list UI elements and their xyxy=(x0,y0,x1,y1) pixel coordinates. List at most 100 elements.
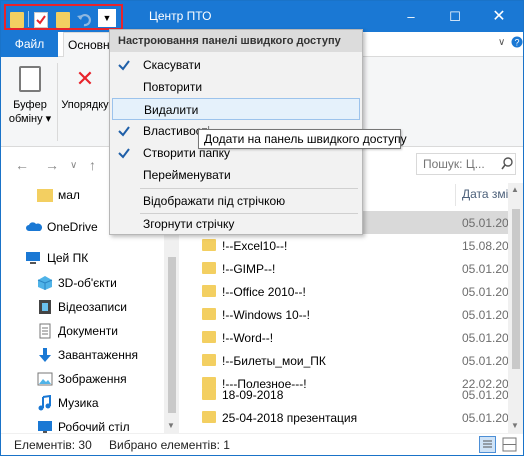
quick-access-toolbar: ▼ xyxy=(4,4,123,30)
scroll-down-icon[interactable]: ▼ xyxy=(167,421,175,430)
details-view-button[interactable] xyxy=(479,436,496,453)
file-name: 25-04-2018 презентация xyxy=(222,411,358,425)
nav-item-videos[interactable]: Відеозаписи xyxy=(1,295,179,319)
file-date: 15.08.201 xyxy=(462,239,508,253)
file-date: 05.01.201 xyxy=(462,262,508,276)
file-row[interactable]: !--Windows 10--! 05.01.201 xyxy=(182,303,508,326)
file-row[interactable]: 25-04-2018 презентация 05.01.201 xyxy=(182,406,508,429)
new-folder-icon[interactable] xyxy=(56,12,70,28)
up-arrow-icon[interactable]: ↑ xyxy=(89,157,96,173)
menu-item-label: Відображати під стрічкою xyxy=(143,194,286,208)
nav-item-label: Документи xyxy=(58,324,118,338)
delete-x-icon: ✕ xyxy=(75,66,95,91)
folder-icon xyxy=(37,189,53,202)
clipboard-group-button[interactable]: Буфер обміну ▾ xyxy=(7,62,53,144)
nav-scrollbar-thumb[interactable] xyxy=(168,257,176,413)
scroll-up-icon[interactable]: ▲ xyxy=(511,185,519,194)
file-date: 05.01.201 xyxy=(462,216,508,230)
nav-item-label: Цей ПК xyxy=(47,251,89,265)
clipboard-label-line2: обміну ▾ xyxy=(8,113,52,125)
menu-item-undo[interactable]: Скасувати xyxy=(112,54,360,76)
folder-icon xyxy=(202,354,216,366)
search-input[interactable] xyxy=(423,157,499,171)
file-date: 05.01.201 xyxy=(462,308,508,322)
chevron-down-icon[interactable]: ∨ xyxy=(498,37,505,48)
nav-item-this-pc[interactable]: Цей ПК xyxy=(1,246,179,270)
cube-icon xyxy=(37,275,53,291)
file-row[interactable]: !--GIMP--! 05.01.201 xyxy=(182,257,508,280)
search-box[interactable] xyxy=(416,153,516,175)
status-bar: Елементів: 30 Вибрано елементів: 1 xyxy=(1,433,523,455)
menu-item-rename[interactable]: Перейменувати xyxy=(112,164,360,186)
recent-dropdown-icon[interactable]: ∨ xyxy=(70,160,77,171)
menu-item-redo[interactable]: Повторити xyxy=(112,76,360,98)
nav-item-label: OneDrive xyxy=(47,220,98,234)
tab-file[interactable]: Файл xyxy=(1,32,58,57)
file-row[interactable]: !--Билеты_мои_ПК 05.01.201 xyxy=(182,349,508,372)
nav-item-documents[interactable]: Документи xyxy=(1,319,179,343)
scroll-down-icon[interactable]: ▼ xyxy=(511,421,519,430)
folder-icon xyxy=(202,411,216,423)
nav-item-downloads[interactable]: Завантаження xyxy=(1,343,179,367)
file-row[interactable]: 18-09-2018 05.01.201 xyxy=(182,383,508,406)
nav-item-3d-objects[interactable]: 3D-об'єкти xyxy=(1,271,179,295)
search-icon[interactable] xyxy=(501,157,513,171)
desktop-icon xyxy=(37,419,53,433)
nav-item-pictures[interactable]: Зображення xyxy=(1,367,179,391)
menu-item-label: Повторити xyxy=(143,80,203,94)
file-list-scrollbar-thumb[interactable] xyxy=(512,209,520,369)
close-button[interactable]: ✕ xyxy=(477,1,521,32)
menu-item-show-below-ribbon[interactable]: Відображати під стрічкою xyxy=(112,190,360,212)
file-name: !--Билеты_мои_ПК xyxy=(222,354,326,368)
nav-item-label: 3D-об'єкти xyxy=(58,276,117,290)
checkmark-icon xyxy=(116,145,132,161)
folder-icon xyxy=(202,285,216,297)
file-name: !--GIMP--! xyxy=(222,262,276,276)
checkmark-icon xyxy=(116,57,132,73)
menu-item-delete[interactable]: Видалити xyxy=(112,98,360,120)
clipboard-label-line1: Буфер xyxy=(13,99,47,111)
properties-check-icon[interactable] xyxy=(34,12,48,28)
properties-icon[interactable] xyxy=(10,12,24,28)
menu-item-label: Видалити xyxy=(144,103,199,117)
nav-item-music[interactable]: Музика xyxy=(1,391,179,415)
computer-icon xyxy=(25,250,41,266)
menu-item-minimize-ribbon[interactable]: Згорнути стрічку xyxy=(112,213,360,235)
maximize-button[interactable]: ☐ xyxy=(433,1,477,32)
folder-icon xyxy=(202,388,216,400)
tooltip: Додати на панель швидкого доступу xyxy=(198,129,407,149)
ribbon-divider xyxy=(57,63,58,141)
back-arrow-icon[interactable]: ← xyxy=(15,157,29,173)
file-row[interactable]: !--Word--! 05.01.201 xyxy=(182,326,508,349)
customize-toolbar-button[interactable]: ▼ xyxy=(98,9,116,27)
file-date: 05.01.201 xyxy=(462,411,508,425)
title-bar: ▼ Центр ПТО – ☐ ✕ xyxy=(1,1,523,32)
menu-divider xyxy=(140,188,358,189)
file-list-scrollbar[interactable]: ▲ ▼ xyxy=(508,183,523,433)
file-row[interactable]: !--Excel10--! 15.08.201 xyxy=(182,234,508,257)
large-icons-view-button[interactable] xyxy=(501,436,518,453)
forward-arrow-icon[interactable]: → xyxy=(45,157,59,173)
organize-group-button[interactable]: ✕ Упорядку xyxy=(61,62,109,144)
file-date: 05.01.201 xyxy=(462,331,508,345)
nav-item-label: Робочий стіл xyxy=(58,420,130,433)
menu-item-label: Скасувати xyxy=(143,58,201,72)
video-icon xyxy=(37,299,53,315)
help-icon[interactable]: ? xyxy=(511,35,523,49)
undo-icon[interactable] xyxy=(76,10,92,28)
nav-item-desktop[interactable]: Робочий стіл xyxy=(1,415,179,433)
minimize-button[interactable]: – xyxy=(389,1,433,32)
toolbar-divider xyxy=(28,11,29,27)
menu-item-label: Перейменувати xyxy=(143,168,231,182)
file-date: 05.01.201 xyxy=(462,354,508,368)
music-icon xyxy=(37,394,53,411)
file-name: !--Office 2010--! xyxy=(222,285,306,299)
menu-item-label: Згорнути стрічку xyxy=(143,217,235,231)
cloud-icon xyxy=(25,219,43,235)
nav-item-label: мал xyxy=(58,188,80,202)
tab-home[interactable]: Основне xyxy=(63,32,115,57)
download-icon xyxy=(37,347,53,363)
image-icon xyxy=(37,371,53,387)
file-row[interactable]: !--Office 2010--! 05.01.201 xyxy=(182,280,508,303)
nav-item-label: Зображення xyxy=(58,372,127,386)
